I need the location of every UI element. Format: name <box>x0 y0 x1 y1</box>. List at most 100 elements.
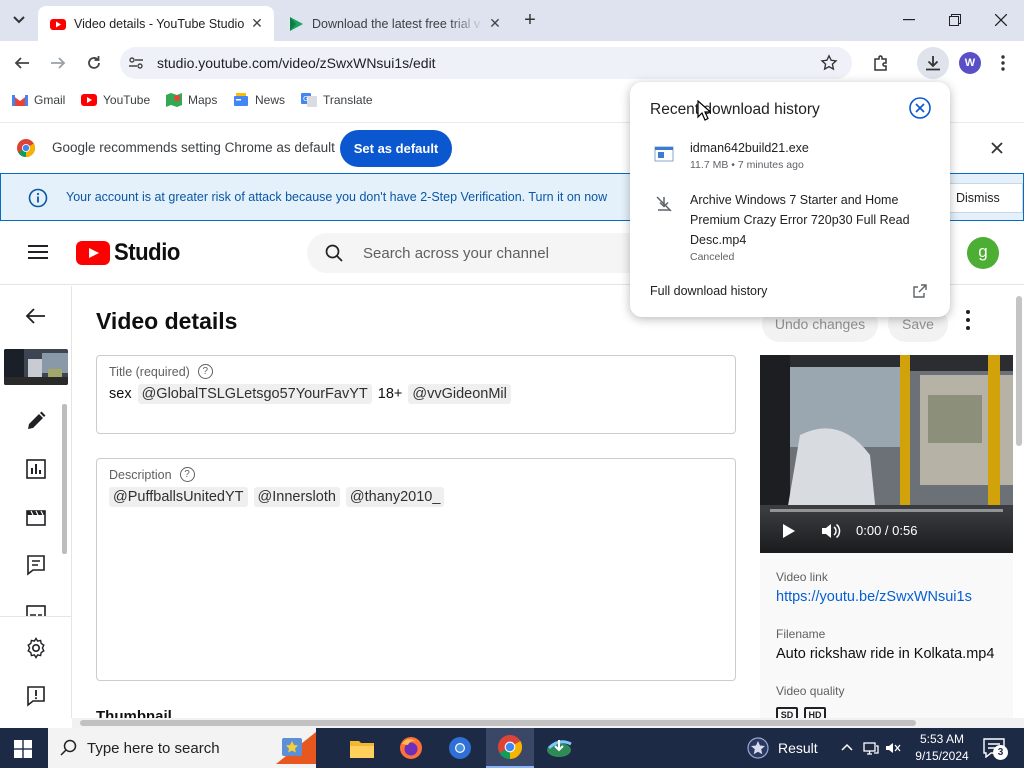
minimize-button[interactable] <box>886 0 932 40</box>
settings-gear-icon[interactable] <box>24 636 48 660</box>
hd-badge: HD <box>804 707 826 718</box>
restore-icon <box>949 14 961 26</box>
chevron-up-icon[interactable] <box>839 740 855 756</box>
site-settings-icon[interactable] <box>128 55 144 71</box>
filename-label: Filename <box>776 627 826 641</box>
restore-button[interactable] <box>932 0 978 40</box>
puzzle-icon <box>874 55 887 71</box>
taskbar-idm[interactable] <box>535 728 583 768</box>
description-field[interactable]: Description ? @PuffballsUnitedYT @Inners… <box>96 458 736 681</box>
volume-muted-icon[interactable] <box>885 740 901 756</box>
search-highlight-icon <box>276 732 316 764</box>
chrome-menu-button[interactable] <box>991 51 1015 75</box>
open-external-icon[interactable] <box>912 283 928 299</box>
download-history-popup: Recent download history idman642build21.… <box>630 82 950 317</box>
back-arrow-icon[interactable] <box>24 304 48 328</box>
downloads-button[interactable] <box>917 47 949 79</box>
exe-file-icon <box>654 146 674 162</box>
chevron-down-icon <box>13 16 25 24</box>
network-icon[interactable] <box>863 740 879 756</box>
close-circle-icon[interactable] <box>908 96 932 120</box>
title-field[interactable]: Title (required) ? sex @GlobalTSLGLetsgo… <box>96 355 736 434</box>
download-filename: Archive Windows 7 Starter and Home Premi… <box>690 193 910 247</box>
video-link[interactable]: https://youtu.be/zSwxWNsui1s <box>776 589 972 605</box>
close-window-button[interactable] <box>978 0 1024 40</box>
taskbar-firefox[interactable] <box>387 728 435 768</box>
set-as-default-button[interactable]: Set as default <box>340 130 452 167</box>
reload-button[interactable] <box>80 49 108 77</box>
video-player[interactable]: 0:00 / 0:56 <box>760 355 1013 553</box>
extensions-button[interactable] <box>869 51 893 75</box>
hamburger-menu-icon[interactable] <box>28 244 48 260</box>
minimize-icon <box>903 19 915 21</box>
help-icon[interactable]: ? <box>197 364 213 379</box>
edit-pencil-icon[interactable] <box>24 409 48 433</box>
chrome-icon <box>498 735 522 759</box>
comments-icon[interactable] <box>24 553 48 577</box>
new-tab-button[interactable]: + <box>519 9 541 31</box>
bookmark-star-icon[interactable] <box>820 54 838 72</box>
download-popup-title: Recent download history <box>650 101 820 118</box>
address-bar[interactable]: studio.youtube.com/video/zSwxWNsui1s/edi… <box>120 47 852 79</box>
thumbnail-image <box>4 349 68 385</box>
tab-title: Download the latest free trial v <box>312 16 481 31</box>
close-icon[interactable] <box>988 139 1006 157</box>
tab-download-trial[interactable]: Download the latest free trial v ✕ <box>276 6 512 41</box>
analytics-icon[interactable] <box>24 457 48 481</box>
forward-button[interactable] <box>44 49 72 77</box>
play-icon[interactable] <box>782 523 796 539</box>
volume-icon[interactable] <box>820 521 842 541</box>
url-text[interactable]: studio.youtube.com/video/zSwxWNsui1s/edi… <box>157 55 436 71</box>
bookmark-translate[interactable]: G Translate <box>301 92 373 108</box>
download-icon <box>926 56 940 71</box>
help-icon[interactable]: ? <box>179 467 195 482</box>
close-tab-icon[interactable]: ✕ <box>250 16 264 30</box>
back-button[interactable] <box>8 49 36 77</box>
description-value[interactable]: @PuffballsUnitedYT @Innersloth @thany201… <box>109 487 450 507</box>
filename-value: Auto rickshaw ride in Kolkata.mp4 <box>776 646 995 662</box>
scrollbar-thumb[interactable] <box>80 720 916 726</box>
news-icon <box>234 93 248 106</box>
left-nav-scrollbar[interactable] <box>62 404 67 554</box>
translate-icon: G <box>301 93 317 107</box>
bookmark-youtube[interactable]: YouTube <box>81 92 150 108</box>
video-progress-bar[interactable] <box>770 509 1003 512</box>
feedback-icon[interactable] <box>24 684 48 708</box>
taskbar-widget[interactable]: Result <box>746 736 818 760</box>
close-tab-icon[interactable]: ✕ <box>488 16 502 30</box>
main-scrollbar[interactable] <box>1016 296 1022 446</box>
tab-search-button[interactable] <box>6 8 32 32</box>
download-item[interactable]: Archive Windows 7 Starter and Home Premi… <box>650 190 940 266</box>
studio-logo-text: Studio <box>114 239 180 266</box>
full-download-history-link[interactable]: Full download history <box>650 284 767 298</box>
security-warning-text: Your account is at greater risk of attac… <box>66 190 608 204</box>
more-options-icon[interactable] <box>958 308 978 332</box>
editor-clapper-icon[interactable] <box>24 505 48 529</box>
channel-search-input[interactable] <box>363 241 633 265</box>
bookmark-news[interactable]: News <box>233 92 285 108</box>
taskbar-search[interactable]: Type here to search <box>48 728 316 768</box>
youtube-icon <box>50 18 66 30</box>
channel-search[interactable] <box>307 233 647 273</box>
video-thumbnail[interactable] <box>4 349 68 385</box>
taskbar-clock[interactable]: 5:53 AM 9/15/2024 <box>906 731 978 765</box>
taskbar-chromium[interactable] <box>436 728 484 768</box>
download-filename: idman642build21.exe <box>690 141 809 155</box>
taskbar-file-explorer[interactable] <box>338 728 386 768</box>
bookmark-label: News <box>255 93 286 107</box>
download-item[interactable]: idman642build21.exe 11.7 MB • 7 minutes … <box>650 138 940 178</box>
tab-youtube-studio[interactable]: Video details - YouTube Studio ✕ <box>38 6 274 41</box>
description-field-label: Description ? <box>109 467 195 482</box>
taskbar-chrome[interactable] <box>486 728 534 768</box>
profile-avatar[interactable]: W <box>959 52 981 74</box>
bookmark-maps[interactable]: Maps <box>166 92 217 108</box>
windows-start-icon[interactable] <box>14 740 32 758</box>
title-text: 18+ <box>377 386 403 402</box>
channel-avatar[interactable]: g <box>967 237 999 269</box>
search-icon <box>325 244 343 262</box>
horizontal-scrollbar[interactable] <box>72 718 1024 728</box>
bookmark-gmail[interactable]: Gmail <box>12 92 65 108</box>
title-value[interactable]: sex @GlobalTSLGLetsgo57YourFavYT 18+ @vv… <box>109 384 517 404</box>
video-quality-label: Video quality <box>776 684 845 698</box>
studio-logo[interactable]: Studio <box>76 239 186 267</box>
